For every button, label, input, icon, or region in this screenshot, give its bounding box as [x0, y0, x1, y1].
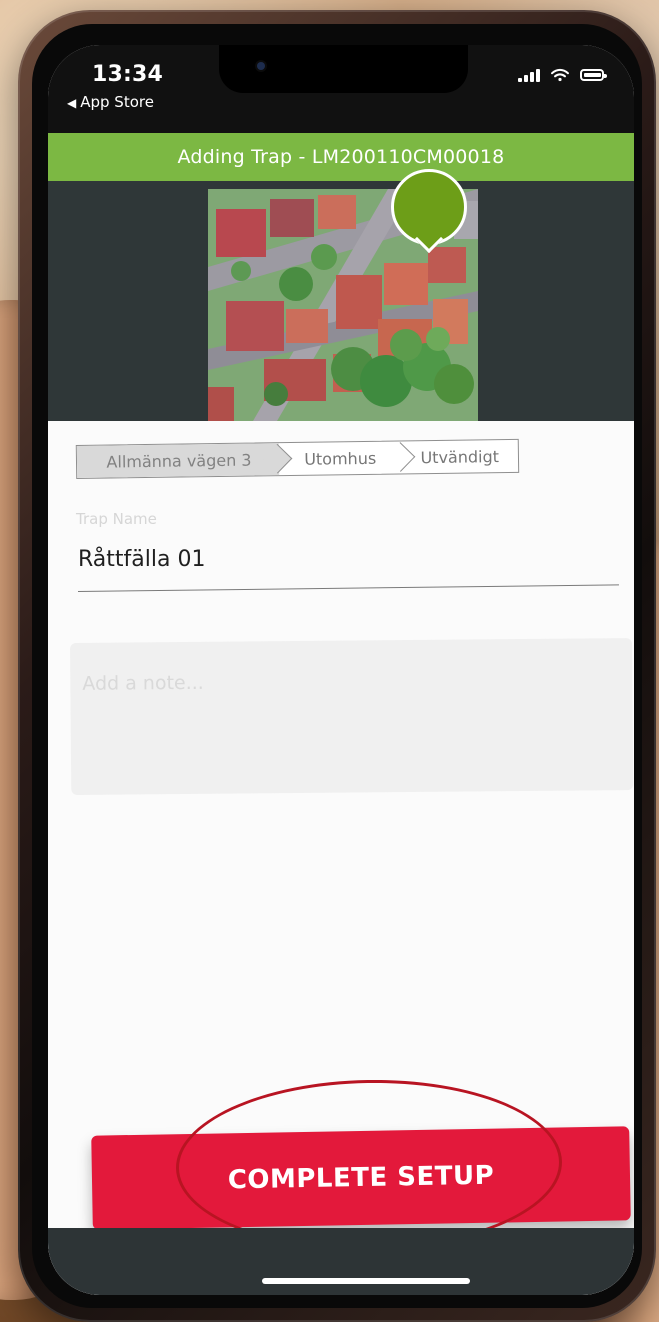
note-placeholder: Add a note...	[82, 671, 204, 695]
battery-level-fill	[584, 73, 601, 77]
trap-name-input[interactable]: Råttfälla 01	[78, 547, 205, 572]
status-time: 13:34	[92, 62, 164, 87]
back-to-app-store-link[interactable]: ◀ App Store	[67, 95, 154, 110]
front-camera-icon	[257, 62, 265, 70]
battery-icon	[580, 69, 607, 81]
photo-scene: 13:34 ◀ App Store Adding Trap - LM200110…	[0, 0, 659, 1322]
breadcrumb-item-outdoors[interactable]: Utomhus	[279, 441, 402, 475]
complete-setup-button[interactable]: COMPLETE SETUP	[91, 1126, 631, 1230]
map-pin-icon[interactable]	[391, 169, 467, 261]
bottom-bar	[48, 1228, 634, 1295]
breadcrumb-label: Utvändigt	[420, 446, 500, 467]
complete-setup-label: COMPLETE SETUP	[227, 1160, 495, 1196]
note-textarea[interactable]: Add a note...	[70, 638, 634, 795]
phone-screen: 13:34 ◀ App Store Adding Trap - LM200110…	[48, 45, 634, 1295]
home-indicator[interactable]	[262, 1278, 470, 1284]
breadcrumb-item-address[interactable]: Allmänna vägen 3	[76, 443, 280, 478]
form-content: Allmänna vägen 3 Utomhus Utvändigt Trap …	[48, 421, 634, 1295]
chevron-left-icon: ◀	[67, 95, 77, 110]
status-bar: 13:34 ◀ App Store	[48, 45, 634, 133]
breadcrumb-label: Allmänna vägen 3	[106, 450, 252, 472]
back-label: App Store	[80, 93, 154, 111]
status-icons	[518, 68, 607, 82]
trap-name-underline	[77, 584, 619, 592]
trap-name-label: Trap Name	[76, 510, 157, 528]
battery-cap	[604, 74, 607, 78]
notch	[219, 45, 468, 93]
wifi-icon	[551, 68, 569, 82]
page-title-bar: Adding Trap - LM200110CM00018	[48, 133, 634, 181]
breadcrumb-label: Utomhus	[304, 448, 377, 469]
breadcrumb-item-external[interactable]: Utvändigt	[401, 440, 518, 474]
page-title: Adding Trap - LM200110CM00018	[177, 146, 505, 168]
signal-icon	[518, 68, 540, 82]
location-breadcrumb: Allmänna vägen 3 Utomhus Utvändigt	[75, 438, 520, 479]
map-panel	[48, 169, 634, 421]
